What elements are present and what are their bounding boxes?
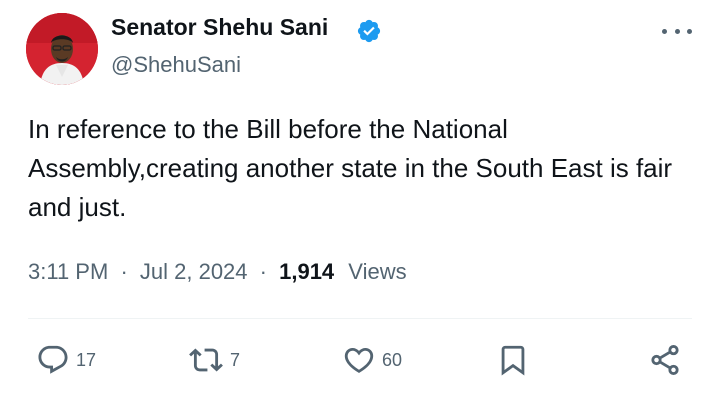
repost-count: 7 xyxy=(230,349,241,370)
meta-separator: · xyxy=(120,259,128,284)
divider xyxy=(28,318,692,319)
bookmark-button[interactable] xyxy=(496,342,530,378)
tweet-date[interactable]: Jul 2, 2024 xyxy=(140,259,248,284)
like-count: 60 xyxy=(382,349,402,370)
repost-icon xyxy=(189,348,223,372)
tweet-text: In reference to the Bill before the Nati… xyxy=(28,114,673,222)
display-name[interactable]: Senator Shehu Sani xyxy=(111,14,328,41)
views-label: Views xyxy=(348,259,407,284)
more-dot xyxy=(662,28,667,34)
views-count: 1,914 xyxy=(279,259,335,284)
meta-separator: · xyxy=(259,259,267,284)
reply-count: 17 xyxy=(76,349,97,370)
reply-button[interactable]: 17 xyxy=(36,342,96,378)
avatar-image xyxy=(26,13,98,85)
tweet-meta: 3:11 PM · Jul 2, 2024 · 1,914 Views xyxy=(28,259,407,285)
share-button[interactable] xyxy=(648,342,682,378)
heart-icon xyxy=(344,347,374,373)
repost-button[interactable]: 7 xyxy=(188,342,240,378)
more-dot xyxy=(687,28,692,34)
more-dot xyxy=(674,28,680,34)
reply-icon xyxy=(38,345,68,374)
tweet-time[interactable]: 3:11 PM xyxy=(28,259,108,284)
bookmark-icon xyxy=(501,345,525,376)
verified-badge-icon xyxy=(357,19,381,43)
user-handle[interactable]: @ShehuSani xyxy=(111,52,241,78)
tweet-card: Senator Shehu Sani @ShehuSani In referen… xyxy=(0,0,720,409)
like-button[interactable]: 60 xyxy=(342,342,402,378)
share-icon xyxy=(651,344,679,376)
more-options-icon[interactable] xyxy=(662,18,692,44)
avatar[interactable] xyxy=(26,13,98,85)
